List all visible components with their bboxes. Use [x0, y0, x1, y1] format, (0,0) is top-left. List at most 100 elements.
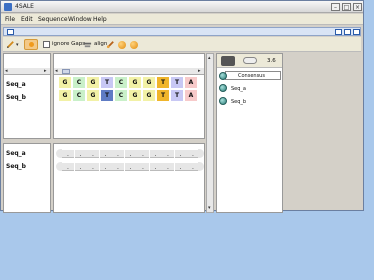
structure-cell[interactable]: . — [149, 149, 162, 158]
structure-cell[interactable]: . — [74, 149, 87, 158]
frame-icon — [7, 29, 14, 35]
structure-cell[interactable]: . — [62, 162, 74, 171]
residue-cell[interactable]: T — [157, 90, 169, 101]
vertical-scrollbar[interactable]: ▴ ▾ — [206, 53, 214, 213]
toolbar: ▾ ignore Gaps align — [3, 37, 361, 52]
consensus-icon — [219, 72, 227, 80]
residue-cell[interactable]: A — [185, 77, 197, 88]
residue-cell[interactable]: C — [115, 77, 127, 88]
residue-cell[interactable]: C — [115, 90, 127, 101]
ignore-gaps-label: ignore Gaps — [52, 41, 86, 47]
overview-item[interactable]: Seq_a — [231, 86, 246, 92]
menu-edit[interactable]: Edit — [21, 16, 33, 23]
restore-icon[interactable] — [335, 29, 342, 35]
shield-icon[interactable] — [221, 56, 235, 66]
scroll-thumb[interactable] — [62, 69, 70, 74]
menu-file[interactable]: File — [5, 16, 15, 23]
slider-icon[interactable] — [243, 57, 257, 64]
sequence-name[interactable]: Seq_a — [6, 81, 26, 88]
structure-cell[interactable]: . — [87, 162, 99, 171]
brush-icon[interactable] — [106, 40, 115, 49]
structure-names-panel: Seq_a Seq_b — [3, 143, 51, 213]
structure-cell[interactable]: . — [99, 149, 112, 158]
structure-cell[interactable]: . — [162, 162, 174, 171]
internal-frame-title — [3, 27, 361, 36]
highlight-icon — [29, 42, 34, 47]
structure-cell[interactable]: . — [87, 149, 99, 158]
structure-cell[interactable]: . — [137, 162, 149, 171]
sequence-names-panel: ◂ ▸ Seq_a Seq_b — [3, 53, 51, 139]
maximize-icon[interactable]: □ — [342, 3, 351, 11]
scroll-left-icon[interactable]: ◂ — [5, 68, 8, 74]
residue-cell[interactable]: G — [87, 90, 99, 101]
zoom-level: 3.6 — [267, 58, 276, 64]
pencil-icon[interactable] — [6, 40, 15, 49]
circle-orange-icon[interactable] — [130, 41, 138, 49]
residue-cell[interactable]: G — [143, 90, 155, 101]
structure-name[interactable]: Seq_a — [6, 150, 26, 157]
highlight-button[interactable] — [24, 39, 38, 50]
structure-cell[interactable]: . — [149, 162, 162, 171]
consensus-dropdown[interactable]: Consensus — [225, 71, 281, 80]
scroll-right-icon[interactable]: ▸ — [44, 68, 47, 74]
residue-cell[interactable]: T — [101, 90, 113, 101]
alignment-hscroll[interactable]: ◂ ▸ — [54, 68, 204, 75]
sequence-node-icon — [219, 84, 227, 92]
align-icon[interactable] — [83, 40, 92, 49]
structure-cell[interactable]: . — [62, 149, 74, 158]
residue-cell[interactable]: C — [73, 90, 85, 101]
overview-item[interactable]: Seq_b — [231, 99, 246, 105]
residue-cell[interactable]: G — [129, 90, 141, 101]
sequence-name[interactable]: Seq_b — [6, 94, 26, 101]
consensus-label: Consensus — [238, 73, 265, 79]
residue-cell[interactable]: G — [59, 77, 71, 88]
structure-panel: ...................... — [53, 143, 205, 213]
residue-cell[interactable]: G — [87, 77, 99, 88]
app-icon — [4, 3, 12, 11]
scroll-up-icon[interactable]: ▴ — [208, 55, 211, 61]
residue-cell[interactable]: T — [157, 77, 169, 88]
structure-row-cap — [198, 162, 204, 171]
residue-cell[interactable]: T — [171, 77, 183, 88]
circle-orange-icon[interactable] — [118, 41, 126, 49]
structure-cell[interactable]: . — [137, 149, 149, 158]
scroll-right-icon[interactable]: ▸ — [198, 68, 201, 74]
menu-window[interactable]: Window — [68, 16, 92, 23]
structure-cell[interactable]: . — [174, 162, 187, 171]
residue-cell[interactable]: G — [129, 77, 141, 88]
structure-cell[interactable]: . — [124, 162, 137, 171]
residue-cell[interactable]: A — [185, 90, 197, 101]
overview-panel: 3.6 Consensus Seq_a Seq_b — [216, 53, 283, 213]
names-hscroll[interactable]: ◂ ▸ — [4, 68, 50, 75]
app-window: 4SALE – □ × File Edit Sequence Window He… — [0, 0, 364, 213]
structure-cell[interactable]: . — [162, 149, 174, 158]
menu-help[interactable]: Help — [93, 16, 107, 23]
menu-bar: File Edit Sequence Window Help — [1, 14, 363, 25]
residue-cell[interactable]: G — [59, 90, 71, 101]
structure-cell[interactable]: . — [112, 149, 124, 158]
scroll-down-icon[interactable]: ▾ — [208, 205, 211, 211]
ignore-gaps-checkbox[interactable] — [43, 41, 50, 48]
sequence-node-icon — [219, 97, 227, 105]
residue-cell[interactable]: G — [143, 77, 155, 88]
maximize-frame-icon[interactable] — [344, 29, 351, 35]
structure-cell[interactable]: . — [99, 162, 112, 171]
window-title: 4SALE — [15, 3, 34, 10]
structure-cell[interactable]: . — [112, 162, 124, 171]
residue-cell[interactable]: T — [101, 77, 113, 88]
dropdown-icon[interactable]: ▾ — [16, 42, 19, 48]
title-bar: 4SALE – □ × — [1, 1, 363, 13]
residue-cell[interactable]: C — [73, 77, 85, 88]
structure-cell[interactable]: . — [74, 162, 87, 171]
residue-cell[interactable]: T — [171, 90, 183, 101]
structure-row-cap — [198, 149, 204, 158]
structure-cell[interactable]: . — [174, 149, 187, 158]
minimize-icon[interactable]: – — [331, 3, 340, 11]
close-frame-icon[interactable] — [353, 29, 360, 35]
overview-toolbar: 3.6 — [217, 54, 282, 68]
structure-cell[interactable]: . — [124, 149, 137, 158]
menu-sequence[interactable]: Sequence — [38, 16, 68, 23]
close-icon[interactable]: × — [353, 3, 362, 11]
structure-name[interactable]: Seq_b — [6, 163, 26, 170]
scroll-left-icon[interactable]: ◂ — [55, 68, 58, 74]
